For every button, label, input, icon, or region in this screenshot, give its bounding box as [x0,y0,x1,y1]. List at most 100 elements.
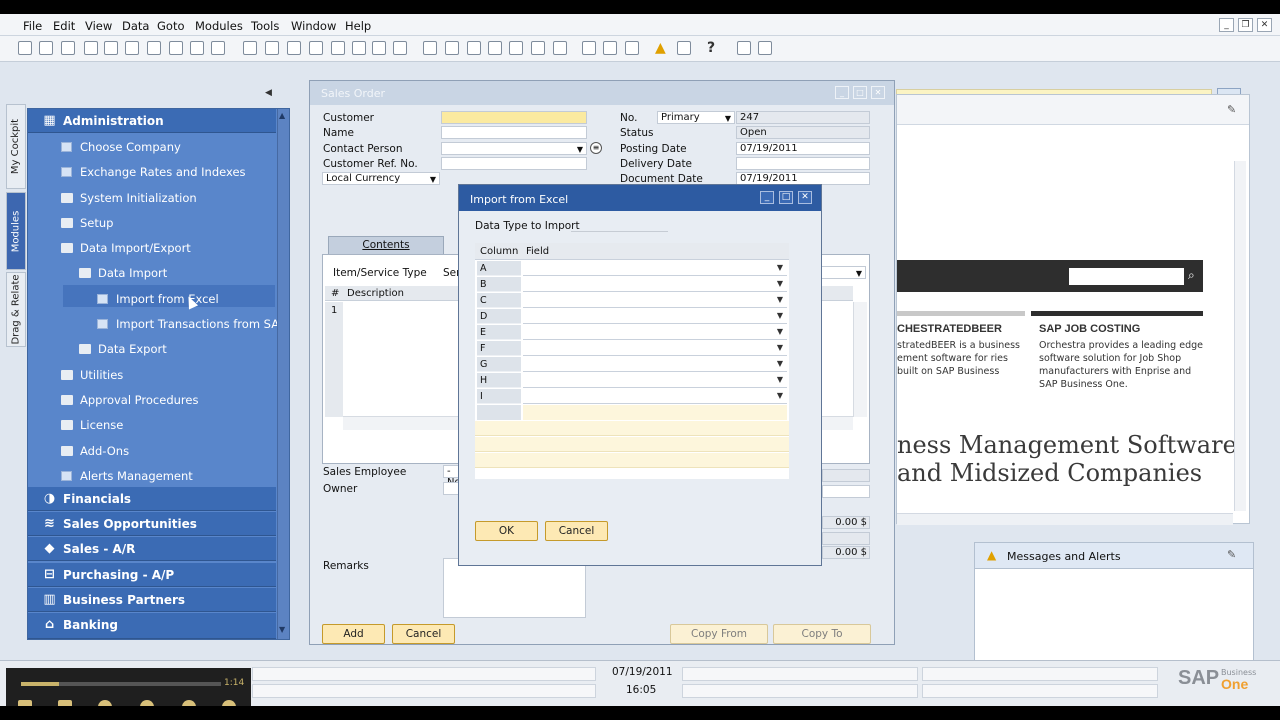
find-icon[interactable] [243,41,257,55]
add-button[interactable]: Add [322,624,385,644]
form-settings-icon[interactable] [553,41,567,55]
pdf-icon[interactable] [169,41,183,55]
calendar-icon[interactable] [677,41,691,55]
gross-profit-icon[interactable] [488,41,502,55]
import-close-icon[interactable]: ✕ [798,191,812,204]
print-preview-icon[interactable] [18,41,32,55]
journal-icon[interactable] [467,41,481,55]
minimize-icon[interactable]: _ [1219,18,1234,32]
video-webcam-icon[interactable] [140,700,154,706]
print-icon[interactable] [39,41,53,55]
previous-record-icon[interactable] [309,41,323,55]
cancel-button[interactable]: Cancel [392,624,455,644]
so-close-icon[interactable]: ✕ [871,86,885,99]
mapping-row-g[interactable]: G ▼ [475,357,789,373]
customer-ref-field[interactable] [441,157,587,170]
web-search-icon[interactable]: ⌕ [1188,268,1195,283]
doc-number-field[interactable]: 247 [736,111,870,124]
restore-icon[interactable]: ❐ [1238,18,1253,32]
module-banking[interactable]: ⌂ Banking [28,613,276,639]
video-progress[interactable] [21,682,59,686]
mapping-row-b[interactable]: B ▼ [475,277,789,293]
nav-license[interactable]: License [61,418,123,432]
menu-help[interactable]: Help [345,19,371,33]
fax-icon[interactable] [104,41,118,55]
menu-tools[interactable]: Tools [251,19,279,33]
copy-to-button[interactable]: Copy To [773,624,871,644]
series-select[interactable]: Primary ▼ [657,111,735,124]
module-sales-ar[interactable]: ◆ Sales - A/R [28,537,276,561]
widget-hscrollbar[interactable] [897,513,1233,525]
nav-approval-procedures[interactable]: Approval Procedures [61,393,198,407]
nav-add-ons[interactable]: Add-Ons [61,444,129,458]
volume-weight-icon[interactable] [531,41,545,55]
payment-means-icon[interactable] [509,41,523,55]
remarks-textarea[interactable] [443,558,586,618]
grid-vscroll[interactable] [853,302,867,417]
video-pause-icon[interactable] [58,700,72,706]
module-purchasing-ap[interactable]: ⊟ Purchasing - A/P [28,563,276,587]
first-record-icon[interactable] [287,41,301,55]
nav-choose-company[interactable]: Choose Company [61,140,181,154]
nav-utilities[interactable]: Utilities [61,368,123,382]
mapping-row-h[interactable]: H ▼ [475,373,789,389]
contact-person-select[interactable]: ▼ [441,142,587,155]
import-minimize-icon[interactable]: _ [760,191,774,204]
name-field[interactable] [441,126,587,139]
lock-icon[interactable] [211,41,225,55]
video-stop-icon[interactable] [18,700,32,706]
mapping-row-c[interactable]: C ▼ [475,293,789,309]
delivery-date-field[interactable] [736,157,870,170]
tab-drag-relate[interactable]: Drag & Relate [6,272,26,347]
so-maximize-icon[interactable]: □ [853,86,867,99]
nav-data-export[interactable]: Data Export [79,342,167,356]
menu-window[interactable]: Window [291,19,336,33]
settings-icon[interactable] [737,41,751,55]
nav-exchange-rates[interactable]: Exchange Rates and Indexes [61,165,246,179]
sort-icon[interactable] [393,41,407,55]
email-icon[interactable] [61,41,75,55]
module-financials[interactable]: ◑ Financials [28,487,276,511]
web-search-input[interactable] [1069,268,1184,285]
ok-button[interactable]: OK [475,521,538,541]
tab-modules[interactable]: Modules [6,192,26,270]
contact-details-icon[interactable]: ≡ [590,142,602,154]
filter-icon[interactable] [372,41,386,55]
nav-import-transactions-sap[interactable]: Import Transactions from SAP [97,317,286,331]
nav-system-initialization[interactable]: System Initialization [61,191,197,205]
module-business-partners[interactable]: ▥ Business Partners [28,588,276,612]
launch-icon[interactable] [190,41,204,55]
menu-file[interactable]: File [23,19,42,33]
customer-field[interactable] [441,111,587,124]
video-close-icon[interactable] [222,700,236,706]
mapping-row-e[interactable]: E ▼ [475,325,789,341]
so-minimize-icon[interactable]: _ [835,86,849,99]
pin-icon[interactable]: ✎ [1227,103,1236,116]
word-icon[interactable] [147,41,161,55]
import-maximize-icon[interactable]: □ [779,191,793,204]
last-record-icon[interactable] [352,41,366,55]
query-icon[interactable] [603,41,617,55]
mapping-row-f[interactable]: F ▼ [475,341,789,357]
mapping-row-a[interactable]: A ▼ [475,261,789,277]
tab-my-cockpit[interactable]: My Cockpit [6,104,26,189]
mapping-row-d[interactable]: D ▼ [475,309,789,325]
menu-modules[interactable]: Modules [195,19,243,33]
summary-type-select[interactable]: ▼ [818,266,866,279]
close-icon[interactable]: ✕ [1257,18,1272,32]
nav-import-from-excel[interactable]: Import from Excel [97,292,219,306]
help-icon[interactable]: ? [707,41,721,55]
video-mic-icon[interactable] [98,700,112,706]
menu-view[interactable]: View [85,19,112,33]
collapse-arrow-icon[interactable]: ◀ [265,88,272,98]
nav-setup[interactable]: Setup [61,216,113,230]
add-icon[interactable] [265,41,279,55]
menu-edit[interactable]: Edit [53,19,75,33]
nav-data-import-export[interactable]: Data Import/Export [61,241,191,255]
nav-data-import[interactable]: Data Import [79,266,167,280]
sms-icon[interactable] [84,41,98,55]
messages-pin-icon[interactable]: ✎ [1227,548,1236,561]
target-document-icon[interactable] [445,41,459,55]
module-administration[interactable]: ▦ Administration [28,109,276,133]
tab-contents[interactable]: Contents [328,236,444,255]
